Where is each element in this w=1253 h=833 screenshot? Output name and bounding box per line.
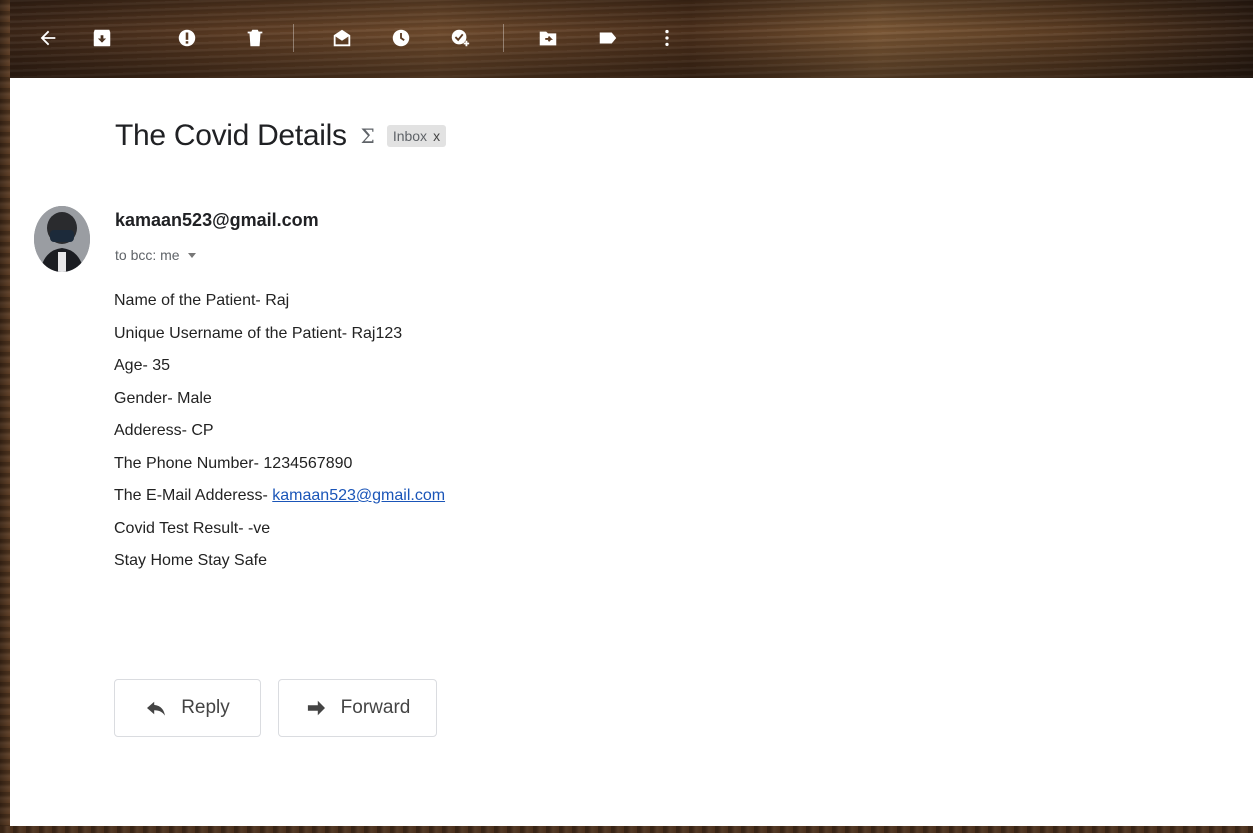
avatar[interactable] <box>34 206 90 272</box>
email-body: Name of the Patient- Raj Unique Username… <box>114 290 445 583</box>
forward-label: Forward <box>340 697 411 718</box>
recipient-details-toggle[interactable]: to bcc: me <box>115 247 196 263</box>
mark-unread-icon <box>333 29 351 47</box>
sender-photo <box>34 206 90 272</box>
archive-icon <box>93 29 111 47</box>
label-chip-text: Inbox <box>392 128 428 144</box>
more-button[interactable] <box>652 23 682 53</box>
body-line: Gender- Male <box>114 389 212 407</box>
recipient-text: to bcc: me <box>115 247 180 263</box>
mark-unread-button[interactable] <box>327 23 357 53</box>
reply-label: Reply <box>181 697 230 718</box>
email-address-label: The E-Mail Adderess- <box>114 487 273 504</box>
move-to-icon <box>539 31 557 46</box>
body-line: Covid Test Result- -ve <box>114 519 271 537</box>
snooze-icon <box>392 29 410 47</box>
theme-bottom-background <box>0 826 1253 833</box>
body-line-email: The E-Mail Adderess- kamaan523@gmail.com <box>114 485 445 518</box>
chevron-down-icon <box>187 252 196 258</box>
report-spam-icon <box>178 29 196 47</box>
email-subject: The Covid Details <box>115 119 347 152</box>
forward-button[interactable]: Forward <box>278 679 437 737</box>
forward-icon <box>307 700 325 716</box>
reply-icon <box>147 701 166 716</box>
toolbar-divider <box>503 24 504 52</box>
sender-email[interactable]: kamaan523@gmail.com <box>115 210 319 231</box>
delete-icon <box>247 29 263 47</box>
label-icon <box>599 32 617 44</box>
subject-row: The Covid Details Σ Inbox x <box>115 116 447 156</box>
body-line: Unique Username of the Patient- Raj123 <box>114 324 403 342</box>
body-line: Age- 35 <box>114 357 171 374</box>
delete-button[interactable] <box>240 23 270 53</box>
snooze-button[interactable] <box>386 23 416 53</box>
email-address-link[interactable]: kamaan523@gmail.com <box>272 487 445 504</box>
reply-button[interactable]: Reply <box>114 679 261 737</box>
toolbar-divider <box>293 24 294 52</box>
back-arrow-icon <box>40 30 56 46</box>
body-line: Name of the Patient- Raj <box>114 292 290 309</box>
back-button[interactable] <box>33 23 63 53</box>
body-line: The Phone Number- 1234567890 <box>114 454 353 472</box>
add-task-icon <box>451 29 470 47</box>
report-spam-button[interactable] <box>172 23 202 53</box>
body-line: Stay Home Stay Safe <box>114 552 267 569</box>
add-to-tasks-button[interactable] <box>445 23 475 53</box>
move-to-button[interactable] <box>533 23 563 53</box>
more-icon <box>665 29 669 47</box>
theme-side-background <box>0 0 10 833</box>
labels-button[interactable] <box>593 23 623 53</box>
body-line: Adderess- CP <box>114 422 214 439</box>
archive-button[interactable] <box>87 23 117 53</box>
remove-label-icon[interactable]: x <box>433 128 440 144</box>
inbox-label-chip[interactable]: Inbox x <box>386 125 447 147</box>
importance-marker-icon[interactable]: Σ <box>361 124 375 148</box>
